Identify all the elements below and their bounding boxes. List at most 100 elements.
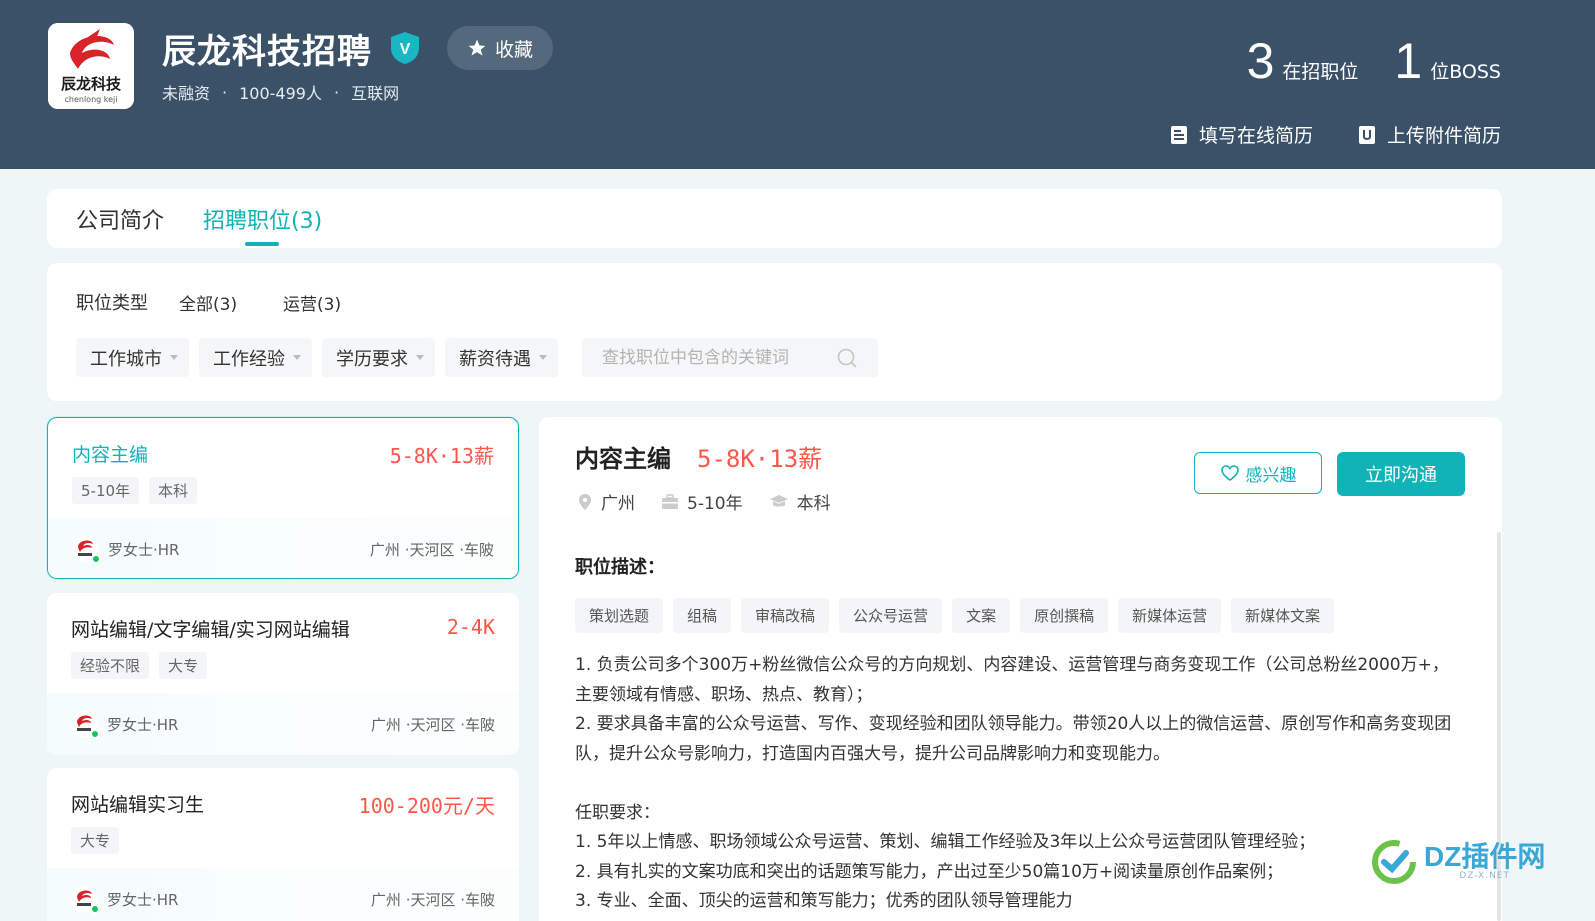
detail-degree-text: 本科	[796, 494, 831, 514]
job-description-text: 1. 负责公司多个300万+粉丝微信公众号的方向规划、内容建设、运营管理与商务变…	[575, 655, 1452, 911]
detail-salary: 5-8K·13薪	[697, 445, 823, 473]
experience-dropdown[interactable]: 工作经验	[199, 338, 312, 377]
star-icon	[468, 39, 486, 56]
job-filters: 职位类型 全部(3) 运营(3) 工作城市 工作经验 学历要求 薪资待遇	[47, 263, 1502, 401]
job-title: 内容主编	[72, 444, 149, 466]
caret-down-icon	[416, 355, 424, 360]
favorite-button[interactable]: 收藏	[447, 26, 553, 70]
job-location: 广州 ·天河区 ·车陂	[370, 890, 495, 909]
active-tab-indicator	[245, 242, 279, 246]
salary-dropdown-label: 薪资待遇	[459, 348, 531, 370]
detail-experience: 5-10年	[661, 489, 743, 514]
skill-tags: 策划选题 组稿 审稿改稿 公众号运营 文案 原创撰稿 新媒体运营 新媒体文案	[575, 598, 1335, 633]
heart-icon	[1220, 465, 1239, 481]
job-tag: 大专	[159, 652, 208, 679]
upload-resume-button[interactable]: 上传附件简历	[1357, 121, 1501, 148]
online-resume-label: 填写在线简历	[1198, 125, 1313, 147]
watermark-subtext: DZ-X.NET	[1459, 871, 1510, 881]
skill-tag: 组稿	[673, 598, 732, 633]
job-card-footer: 罗女士·HR 广州 ·天河区 ·车陂	[48, 518, 518, 578]
detail-city: 广州	[577, 489, 635, 514]
boss-count: 1	[1394, 33, 1423, 89]
keyword-search-input[interactable]	[602, 347, 832, 368]
company-stats: 3 在招职位 1 位BOSS	[1247, 36, 1501, 86]
jobs-count: 3	[1246, 33, 1275, 89]
jobs-label: 在招职位	[1282, 61, 1359, 83]
detail-degree: 本科	[769, 489, 831, 514]
job-salary: 5-8K·13薪	[389, 444, 494, 468]
company-name: 辰龙科技招聘	[162, 32, 372, 72]
job-card[interactable]: 网站编辑/文字编辑/实习网站编辑 2-4K 经验不限 大专 罗女士·HR 广州 …	[47, 593, 519, 755]
job-type-all[interactable]: 全部(3)	[179, 290, 237, 315]
city-dropdown[interactable]: 工作城市	[76, 338, 189, 377]
interested-label: 感兴趣	[1245, 465, 1297, 486]
company-meta: 未融资 · 100-499人 · 互联网	[162, 80, 399, 104]
degree-dropdown[interactable]: 学历要求	[322, 338, 435, 377]
job-title: 网站编辑实习生	[71, 794, 205, 816]
skill-tag: 策划选题	[575, 598, 664, 633]
job-tag: 本科	[149, 477, 198, 504]
online-status-dot	[90, 729, 100, 739]
hr-name: 罗女士·HR	[107, 715, 179, 734]
hr-avatar	[72, 536, 101, 564]
skill-tag: 审稿改稿	[741, 598, 830, 633]
degree-dropdown-label: 学历要求	[336, 348, 408, 370]
detail-meta: 广州 5-10年 本科	[577, 489, 831, 514]
experience-dropdown-label: 工作经验	[213, 348, 285, 370]
salary-dropdown[interactable]: 薪资待遇	[445, 338, 558, 377]
tab-company-intro[interactable]: 公司简介	[76, 203, 164, 235]
document-icon	[1170, 125, 1187, 144]
job-description-heading: 职位描述：	[575, 557, 665, 578]
online-resume-button[interactable]: 填写在线简历	[1169, 121, 1313, 148]
funding-stage: 未融资	[162, 84, 211, 103]
company-logo: 辰龙科技 chenlong keji	[48, 23, 134, 109]
skill-tag: 新媒体文案	[1231, 598, 1335, 633]
job-title: 网站编辑/文字编辑/实习网站编辑	[71, 619, 350, 641]
skill-tag: 原创撰稿	[1020, 598, 1109, 633]
chat-now-button[interactable]: 立即沟通	[1337, 452, 1465, 496]
job-card[interactable]: 内容主编 5-8K·13薪 5-10年 本科 罗女士·HR 广州 ·天河区 ·车…	[47, 417, 519, 579]
keyword-search	[582, 338, 878, 377]
job-tag: 5-10年	[72, 477, 140, 504]
job-detail-panel: 内容主编 5-8K·13薪 广州 5-10年 本科 感兴趣 立即沟通 职位描述：…	[539, 417, 1502, 921]
upload-resume-label: 上传附件简历	[1386, 125, 1501, 147]
tab-jobs[interactable]: 招聘职位(3)	[203, 203, 322, 235]
job-salary: 2-4K	[446, 615, 495, 639]
interested-button[interactable]: 感兴趣	[1194, 452, 1322, 494]
job-tags: 5-10年 本科	[72, 477, 198, 504]
job-card[interactable]: 网站编辑实习生 100-200元/天 大专 罗女士·HR 广州 ·天河区 ·车陂	[47, 768, 519, 921]
skill-tag: 文案	[952, 598, 1011, 633]
online-status-dot	[90, 904, 100, 914]
verified-badge-icon: V	[388, 30, 422, 70]
job-location: 广州 ·天河区 ·车陂	[370, 715, 495, 734]
job-tags: 经验不限 大专	[71, 652, 208, 679]
hr-avatar	[71, 886, 100, 914]
location-pin-icon	[579, 493, 591, 510]
graduation-cap-icon	[769, 494, 788, 506]
job-type-label: 职位类型	[76, 293, 148, 314]
search-icon[interactable]	[836, 347, 858, 369]
caret-down-icon	[170, 355, 178, 360]
attachment-icon	[1358, 125, 1375, 144]
skill-tag: 公众号运营	[839, 598, 943, 633]
job-tags: 大专	[71, 827, 120, 854]
job-salary: 100-200元/天	[358, 794, 495, 818]
favorite-label: 收藏	[494, 38, 533, 61]
company-header: 辰龙科技 chenlong keji 辰龙科技招聘 V 收藏 未融资 · 100…	[0, 0, 1595, 169]
logo-subtext: chenlong keji	[65, 95, 118, 104]
hr-name: 罗女士·HR	[107, 890, 179, 909]
watermark-logo-icon	[1372, 840, 1416, 884]
company-size: 100-499人	[239, 84, 322, 103]
job-tag: 经验不限	[71, 652, 150, 679]
detail-job-title: 内容主编	[575, 445, 671, 473]
job-location: 广州 ·天河区 ·车陂	[369, 540, 494, 559]
detail-experience-text: 5-10年	[687, 494, 743, 514]
watermark-text: DZ插件网	[1424, 841, 1546, 872]
meta-separator: ·	[333, 82, 340, 102]
job-type-operations[interactable]: 运营(3)	[283, 290, 341, 315]
hr-avatar	[71, 711, 100, 739]
city-dropdown-label: 工作城市	[90, 348, 162, 370]
caret-down-icon	[539, 355, 547, 360]
meta-separator: ·	[222, 82, 228, 102]
industry: 互联网	[351, 84, 400, 103]
